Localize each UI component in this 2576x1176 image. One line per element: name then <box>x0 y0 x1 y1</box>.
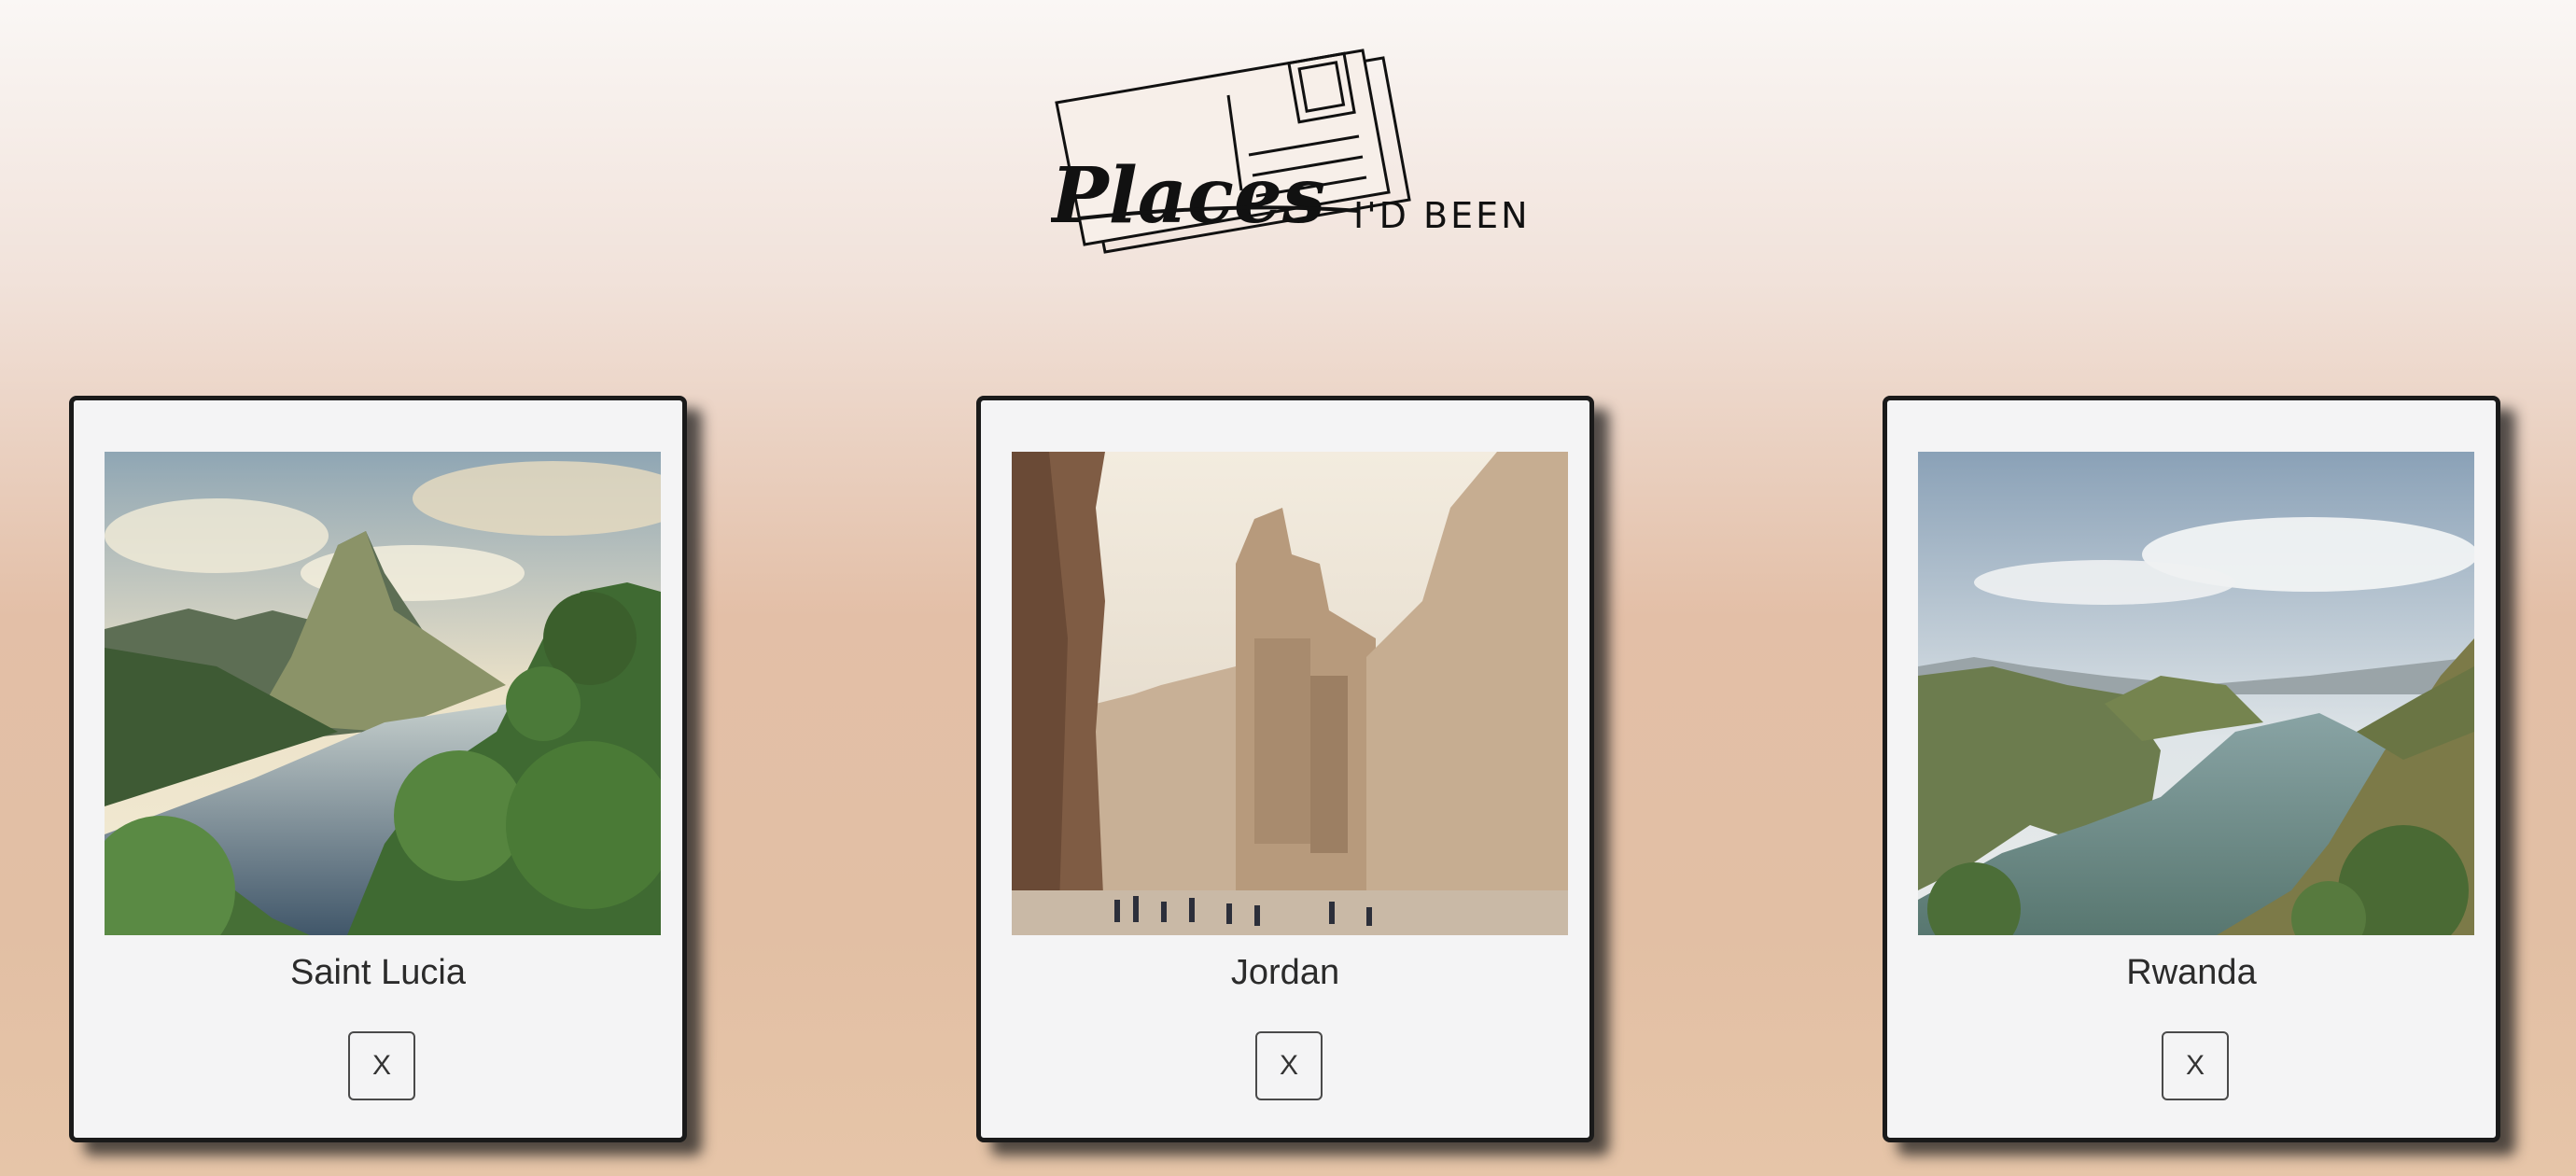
place-card: Jordan X <box>976 396 1594 1142</box>
remove-place-button[interactable]: X <box>2162 1031 2229 1100</box>
place-title: Saint Lucia <box>289 953 466 992</box>
lake-hills-photo <box>1918 452 2474 935</box>
mountain-bay-photo <box>105 452 661 935</box>
place-card: Rwanda X <box>1883 396 2500 1142</box>
place-card: Saint Lucia X <box>69 396 687 1142</box>
place-title: Rwanda <box>2126 953 2257 992</box>
places-grid: Saint Lucia X Jordan X Rwanda X <box>0 0 2576 1176</box>
place-title: Jordan <box>1230 953 1340 992</box>
remove-place-button[interactable]: X <box>348 1031 415 1100</box>
rock-canyon-photo <box>1012 452 1568 935</box>
remove-place-button[interactable]: X <box>1255 1031 1323 1100</box>
